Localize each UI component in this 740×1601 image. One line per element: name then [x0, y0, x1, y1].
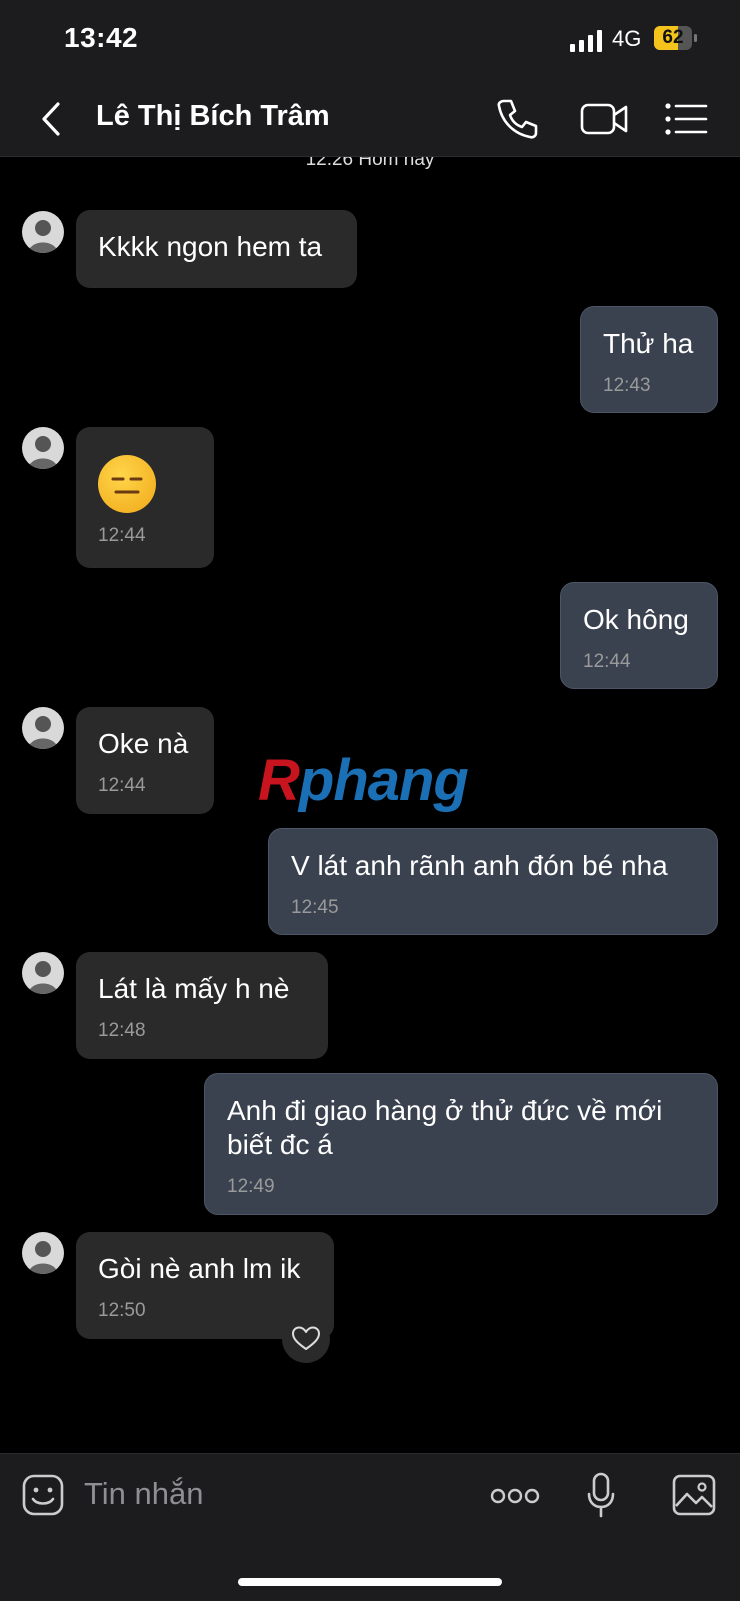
expressionless-face-emoji — [98, 455, 156, 513]
status-time: 13:42 — [64, 22, 139, 53]
contact-name[interactable]: Lê Thị Bích Trâm — [96, 100, 330, 133]
message-bubble[interactable]: Kkkk ngon hem ta — [76, 210, 357, 288]
contact-avatar[interactable] — [22, 427, 64, 469]
message-time: 12:49 — [227, 1176, 275, 1197]
microphone-icon[interactable] — [586, 1472, 616, 1520]
contact-avatar[interactable] — [22, 952, 64, 994]
contact-avatar[interactable] — [22, 1232, 64, 1274]
message-text: Oke nà — [98, 728, 189, 759]
message-text: Thử ha — [603, 328, 694, 359]
image-gallery-icon[interactable] — [672, 1474, 716, 1516]
video-call-icon[interactable] — [580, 94, 630, 144]
contact-avatar[interactable] — [22, 707, 64, 749]
message-bubble[interactable]: Oke nà 12:44 — [76, 707, 214, 814]
message-bubble[interactable]: V lát anh rãnh anh đón bé nha 12:45 — [268, 828, 718, 935]
message-input[interactable]: Tin nhắn — [84, 1476, 204, 1512]
message-time: 12:44 — [98, 525, 146, 546]
message-bubble[interactable]: 12:44 — [76, 427, 214, 568]
message-time: 12:50 — [98, 1300, 146, 1321]
menu-list-icon[interactable] — [662, 94, 712, 144]
message-bubble[interactable]: Thử ha 12:43 — [580, 306, 718, 413]
sticker-icon[interactable] — [22, 1474, 64, 1516]
signal-icon — [570, 30, 602, 52]
phone-call-icon[interactable] — [492, 94, 542, 144]
contact-avatar[interactable] — [22, 211, 64, 253]
message-text: Ok hông — [583, 604, 689, 635]
message-bubble[interactable]: Lát là mấy h nè 12:48 — [76, 952, 328, 1059]
watermark-logo: Rphang — [258, 748, 469, 813]
message-time: 12:44 — [583, 651, 631, 672]
home-indicator[interactable] — [238, 1578, 502, 1586]
message-time: 12:44 — [98, 775, 146, 796]
chat-header: Lê Thị Bích Trâm — [0, 82, 740, 157]
message-time: 12:43 — [603, 375, 651, 396]
message-text: Lát là mấy h nè — [98, 973, 290, 1004]
more-options-icon[interactable] — [490, 1486, 540, 1506]
date-separator: 12:26 Hôm nay — [305, 157, 435, 170]
network-type: 4G — [612, 26, 642, 51]
back-arrow-icon[interactable] — [30, 96, 74, 142]
heart-icon — [292, 1326, 320, 1350]
message-bubble[interactable]: Ok hông 12:44 — [560, 582, 718, 689]
battery-icon: 62 — [654, 26, 698, 50]
message-text: Anh đi giao hàng ở thử đức về mới biết đ… — [227, 1095, 663, 1160]
message-time: 12:48 — [98, 1020, 146, 1041]
message-text: Kkkk ngon hem ta — [98, 231, 323, 262]
message-text: Gòi nè anh lm ik — [98, 1253, 301, 1284]
status-bar: 13:42 4G 62 — [0, 0, 740, 82]
battery-level: 62 — [662, 27, 684, 48]
heart-reaction-button[interactable] — [282, 1315, 330, 1363]
message-text: V lát anh rãnh anh đón bé nha — [291, 850, 668, 881]
message-list[interactable]: 12:26 Hôm nay Kkkk ngon hem ta Thử ha 12… — [0, 157, 740, 1453]
message-time: 12:45 — [291, 897, 339, 918]
message-bubble[interactable]: Anh đi giao hàng ở thử đức về mới biết đ… — [204, 1073, 718, 1215]
